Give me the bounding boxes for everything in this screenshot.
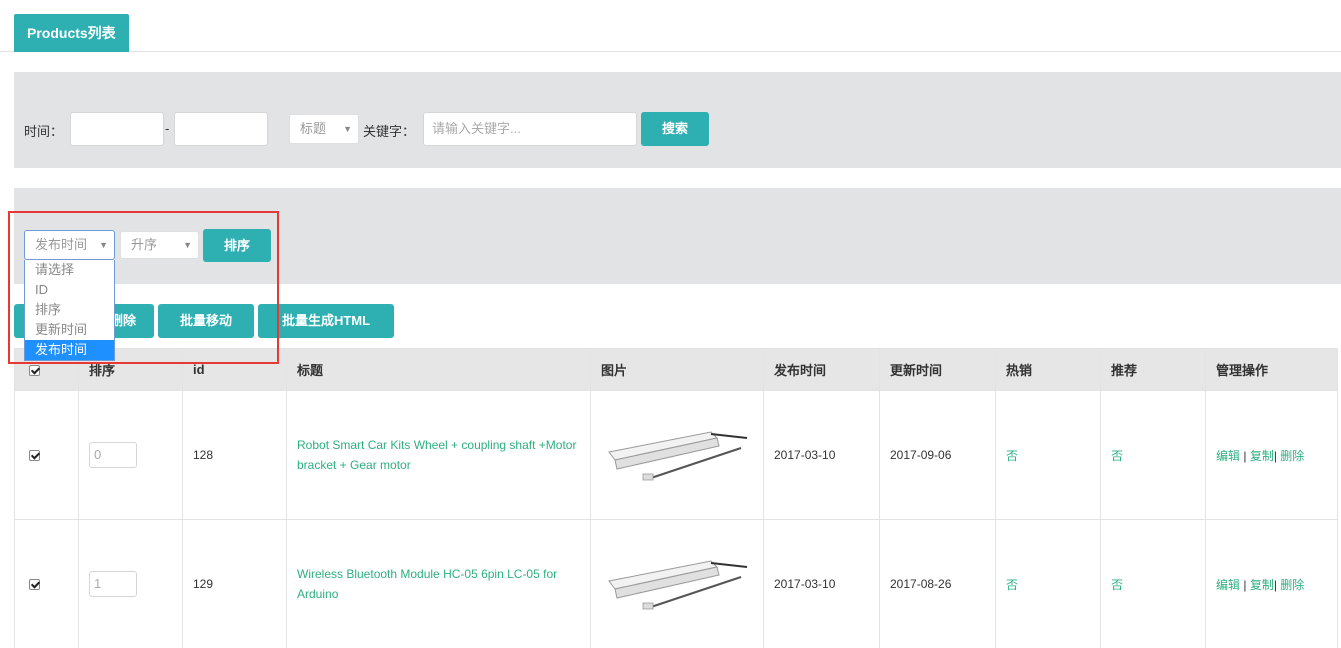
sort-field-dropdown: 请选择 ID 排序 更新时间 发布时间 [24,260,115,361]
batch-move-button[interactable]: 批量移动 [158,304,254,338]
header-id: id [182,348,287,391]
header-image: 图片 [590,348,764,391]
header-actions: 管理操作 [1205,348,1338,391]
sort-cell: 0 [78,390,183,520]
dropdown-option[interactable]: 排序 [25,300,114,320]
edit-link[interactable]: 编辑 [1216,449,1240,463]
recommend-toggle[interactable]: 否 [1100,390,1206,520]
product-image [608,430,748,480]
search-field-select[interactable]: 标题 ▼ [289,114,359,144]
dropdown-option[interactable]: 请选择 [25,260,114,280]
sort-button[interactable]: 排序 [203,229,271,262]
tab-bar: Products列表 [0,0,1341,52]
products-table: 排序 id 标题 图片 发布时间 更新时间 热销 推荐 管理操作 0 128 R… [14,348,1338,648]
chevron-down-icon: ▼ [99,240,108,250]
id-cell: 128 [182,390,287,520]
start-date-input[interactable] [70,112,164,146]
keyword-input[interactable]: 请输入关键字... [423,112,637,146]
time-label: 时间： [24,124,64,139]
table-header-row: 排序 id 标题 图片 发布时间 更新时间 热销 推荐 管理操作 [14,348,1338,391]
image-cell [590,390,764,520]
sort-order-input[interactable]: 0 [89,442,137,468]
sort-order-input[interactable]: 1 [89,571,137,597]
copy-link[interactable]: 复制 [1250,449,1274,463]
sort-order-select[interactable]: 升序 ▼ [120,231,199,259]
search-field-value: 标题 [300,121,327,136]
sort-field-select[interactable]: 发布时间 ▼ [24,230,115,260]
row-checkbox[interactable] [29,579,40,591]
select-all-checkbox[interactable] [29,365,40,377]
image-cell [590,519,764,648]
updated-cell: 2017-09-06 [879,390,996,520]
chevron-down-icon: ▼ [183,240,192,250]
sort-field-value: 发布时间 [35,237,88,252]
title-cell: Wireless Bluetooth Module HC-05 6pin LC-… [286,519,591,648]
sort-cell: 1 [78,519,183,648]
sort-order-value: 升序 [131,237,158,252]
table-row: 1 129 Wireless Bluetooth Module HC-05 6p… [14,519,1338,648]
delete-link[interactable]: 删除 [1280,578,1304,592]
id-cell: 129 [182,519,287,648]
product-title-link[interactable]: Robot Smart Car Kits Wheel + coupling sh… [297,435,590,475]
dropdown-option-selected[interactable]: 发布时间 [25,340,114,360]
updated-cell: 2017-08-26 [879,519,996,648]
dropdown-option[interactable]: ID [25,280,114,300]
edit-link[interactable]: 编辑 [1216,578,1240,592]
actions-cell: 编辑 | 复制| 删除 [1205,390,1338,520]
product-image [608,559,748,609]
hot-toggle[interactable]: 否 [995,390,1101,520]
keyword-label: 关键字： [363,124,416,139]
title-cell: Robot Smart Car Kits Wheel + coupling sh… [286,390,591,520]
delete-link[interactable]: 删除 [1280,449,1304,463]
header-published: 发布时间 [763,348,880,391]
separator: | [1240,448,1250,463]
batch-generate-html-button[interactable]: 批量生成HTML [258,304,394,338]
header-hot: 热销 [995,348,1101,391]
row-select-cell [14,390,79,520]
dropdown-option[interactable]: 更新时间 [25,320,114,340]
tab-products-list[interactable]: Products列表 [14,14,129,52]
row-checkbox[interactable] [29,450,40,462]
date-separator: - [165,121,170,136]
recommend-toggle[interactable]: 否 [1100,519,1206,648]
header-recommend: 推荐 [1100,348,1206,391]
row-select-cell [14,519,79,648]
separator: | [1240,577,1250,592]
hot-toggle[interactable]: 否 [995,519,1101,648]
chevron-down-icon: ▼ [343,124,352,134]
header-updated: 更新时间 [879,348,996,391]
table-row: 0 128 Robot Smart Car Kits Wheel + coupl… [14,390,1338,520]
header-title: 标题 [286,348,591,391]
search-button[interactable]: 搜索 [641,112,709,146]
product-title-link[interactable]: Wireless Bluetooth Module HC-05 6pin LC-… [297,564,590,604]
actions-cell: 编辑 | 复制| 删除 [1205,519,1338,648]
end-date-input[interactable] [174,112,268,146]
published-cell: 2017-03-10 [763,519,880,648]
copy-link[interactable]: 复制 [1250,578,1274,592]
published-cell: 2017-03-10 [763,390,880,520]
